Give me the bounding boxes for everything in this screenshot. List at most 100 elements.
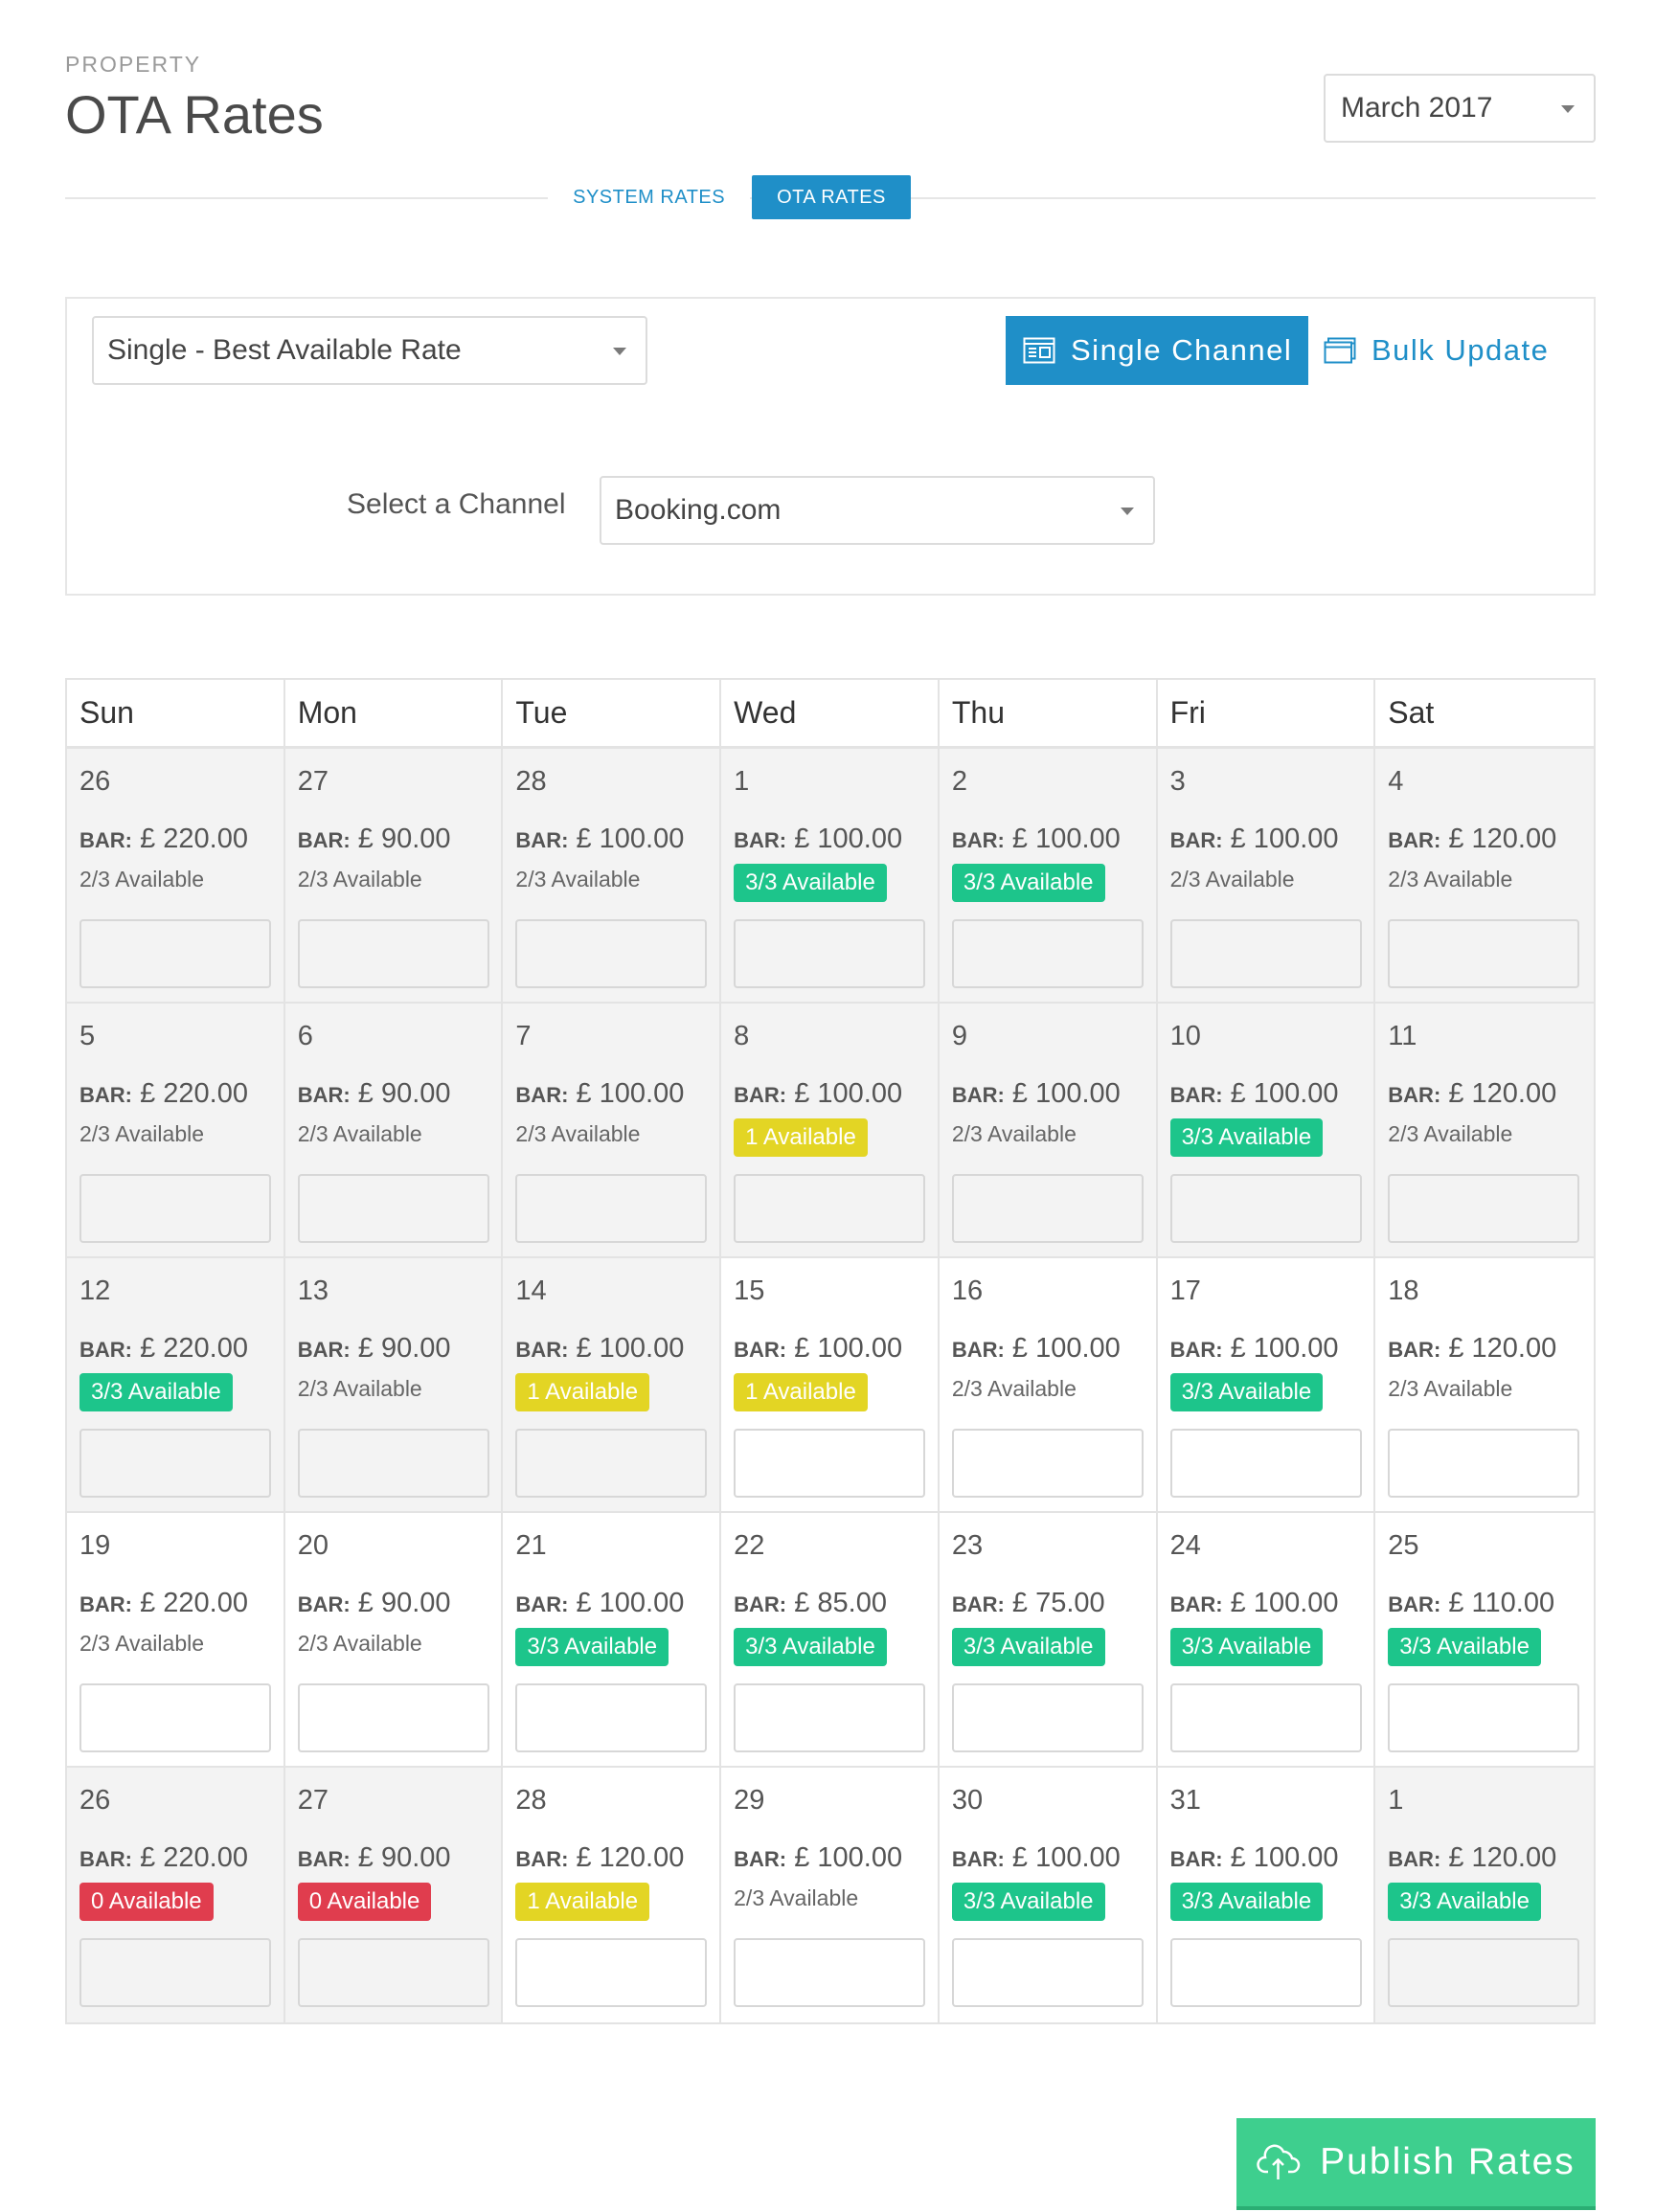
bar-rate: BAR: £ 90.00 (298, 1333, 451, 1365)
bar-label: BAR: (1169, 1847, 1223, 1871)
day-number: 14 (515, 1275, 547, 1306)
rate-input[interactable] (734, 1938, 926, 2007)
bar-label: BAR: (951, 1083, 1005, 1107)
bar-label: BAR: (1169, 1592, 1223, 1616)
bar-rate-value: £ 220.00 (140, 1588, 248, 1618)
chevron-down-icon (613, 348, 626, 355)
bar-label: BAR: (951, 1592, 1005, 1616)
rate-input[interactable] (297, 919, 489, 988)
month-select[interactable]: March 2017 (1324, 74, 1596, 143)
channel-select-value: Booking.com (615, 494, 782, 526)
bar-rate: BAR: £ 100.00 (952, 824, 1121, 855)
rate-input[interactable] (951, 1429, 1144, 1498)
bar-rate-value: £ 100.00 (1230, 1078, 1339, 1109)
day-number: 25 (1388, 1530, 1419, 1561)
calendar-day: 18 BAR: £ 120.00 2/3 Available (1375, 1258, 1594, 1511)
single-channel-icon (1023, 337, 1055, 364)
rate-input[interactable] (297, 1429, 489, 1498)
rate-input[interactable] (1169, 1938, 1362, 2007)
tab-system-rates[interactable]: SYSTEM RATES (548, 175, 751, 219)
rate-input[interactable] (1169, 919, 1362, 988)
calendar-day: 9 BAR: £ 100.00 2/3 Available (939, 1004, 1158, 1256)
rate-input[interactable] (515, 1683, 708, 1752)
rate-input[interactable] (1388, 1683, 1580, 1752)
rate-input[interactable] (297, 1938, 489, 2007)
channel-select[interactable]: Booking.com (600, 476, 1155, 545)
bar-label: BAR: (515, 1592, 569, 1616)
bar-label: BAR: (515, 828, 569, 852)
bar-rate: BAR: £ 90.00 (298, 824, 451, 855)
rate-input[interactable] (734, 1174, 926, 1243)
day-number: 24 (1169, 1530, 1201, 1561)
rate-input[interactable] (297, 1174, 489, 1243)
rate-input[interactable] (734, 1429, 926, 1498)
bar-rate: BAR: £ 100.00 (734, 1333, 902, 1365)
bar-rate: BAR: £ 100.00 (734, 824, 902, 855)
calendar-header: Sun Mon Tue Wed Thu Fri Sat (67, 680, 1594, 749)
rate-input[interactable] (79, 1429, 271, 1498)
rate-input[interactable] (951, 1683, 1144, 1752)
rate-input[interactable] (951, 919, 1144, 988)
calendar-day: 17 BAR: £ 100.00 3/3 Available (1157, 1258, 1376, 1511)
bar-rate-value: £ 100.00 (1230, 1333, 1339, 1364)
bar-label: BAR: (79, 1338, 132, 1362)
availability-badge: 3/3 Available (951, 1883, 1105, 1921)
rate-input[interactable] (734, 1683, 926, 1752)
publish-rates-button[interactable]: Publish Rates (1236, 2118, 1596, 2210)
rate-input[interactable] (515, 1429, 708, 1498)
bar-label: BAR: (79, 1847, 132, 1871)
bar-label: BAR: (734, 1847, 787, 1871)
rate-input[interactable] (79, 1174, 271, 1243)
day-number: 29 (734, 1785, 765, 1816)
calendar-day: 2 BAR: £ 100.00 3/3 Available (939, 749, 1158, 1002)
day-number: 27 (297, 766, 329, 797)
rate-input[interactable] (79, 1938, 271, 2007)
bar-rate: BAR: £ 220.00 (79, 1078, 248, 1110)
calendar-day: 19 BAR: £ 220.00 2/3 Available (67, 1513, 285, 1766)
rate-input[interactable] (515, 919, 708, 988)
rate-input[interactable] (79, 919, 271, 988)
bar-rate-value: £ 90.00 (357, 1588, 451, 1618)
bar-rate-value: £ 220.00 (140, 1842, 248, 1873)
bulk-update-button[interactable]: Bulk Update (1324, 316, 1549, 385)
rate-input[interactable] (1169, 1174, 1362, 1243)
bar-label: BAR: (515, 1338, 569, 1362)
weekday-tue: Tue (503, 680, 722, 746)
bar-label: BAR: (734, 1083, 787, 1107)
rate-input[interactable] (1169, 1683, 1362, 1752)
rate-input[interactable] (1388, 919, 1580, 988)
calendar-day: 29 BAR: £ 100.00 2/3 Available (721, 1768, 940, 2022)
rate-input[interactable] (297, 1683, 489, 1752)
rate-input[interactable] (1388, 1174, 1580, 1243)
bar-label: BAR: (951, 1338, 1005, 1362)
bar-label: BAR: (734, 828, 787, 852)
bar-rate: BAR: £ 100.00 (1170, 1842, 1339, 1874)
rate-input[interactable] (515, 1938, 708, 2007)
calendar-day: 15 BAR: £ 100.00 1 Available (721, 1258, 940, 1511)
availability-badge: 3/3 Available (1169, 1883, 1324, 1921)
rate-input[interactable] (1169, 1429, 1362, 1498)
month-select-value: March 2017 (1341, 92, 1493, 124)
rate-input[interactable] (951, 1938, 1144, 2007)
rate-input[interactable] (734, 919, 926, 988)
rate-input[interactable] (79, 1683, 271, 1752)
rate-plan-select[interactable]: Single - Best Available Rate (92, 316, 647, 385)
calendar-day: 11 BAR: £ 120.00 2/3 Available (1375, 1004, 1594, 1256)
calendar-day: 24 BAR: £ 100.00 3/3 Available (1157, 1513, 1376, 1766)
calendar-day: 3 BAR: £ 100.00 2/3 Available (1157, 749, 1376, 1002)
bar-label: BAR: (515, 1847, 569, 1871)
calendar-day: 12 BAR: £ 220.00 3/3 Available (67, 1258, 285, 1511)
availability-text: 2/3 Available (297, 1631, 422, 1656)
single-channel-label: Single Channel (1071, 333, 1293, 367)
calendar-day: 10 BAR: £ 100.00 3/3 Available (1157, 1004, 1376, 1256)
rate-input[interactable] (1388, 1938, 1580, 2007)
tab-ota-rates[interactable]: OTA RATES (752, 175, 911, 219)
calendar-day: 22 BAR: £ 85.00 3/3 Available (721, 1513, 940, 1766)
rate-input[interactable] (1388, 1429, 1580, 1498)
rate-input[interactable] (951, 1174, 1144, 1243)
bar-rate-value: £ 100.00 (794, 824, 903, 854)
rate-input[interactable] (515, 1174, 708, 1243)
availability-badge: 3/3 Available (734, 1628, 887, 1666)
single-channel-button[interactable]: Single Channel (1006, 316, 1308, 385)
channel-label: Select a Channel (347, 488, 566, 520)
